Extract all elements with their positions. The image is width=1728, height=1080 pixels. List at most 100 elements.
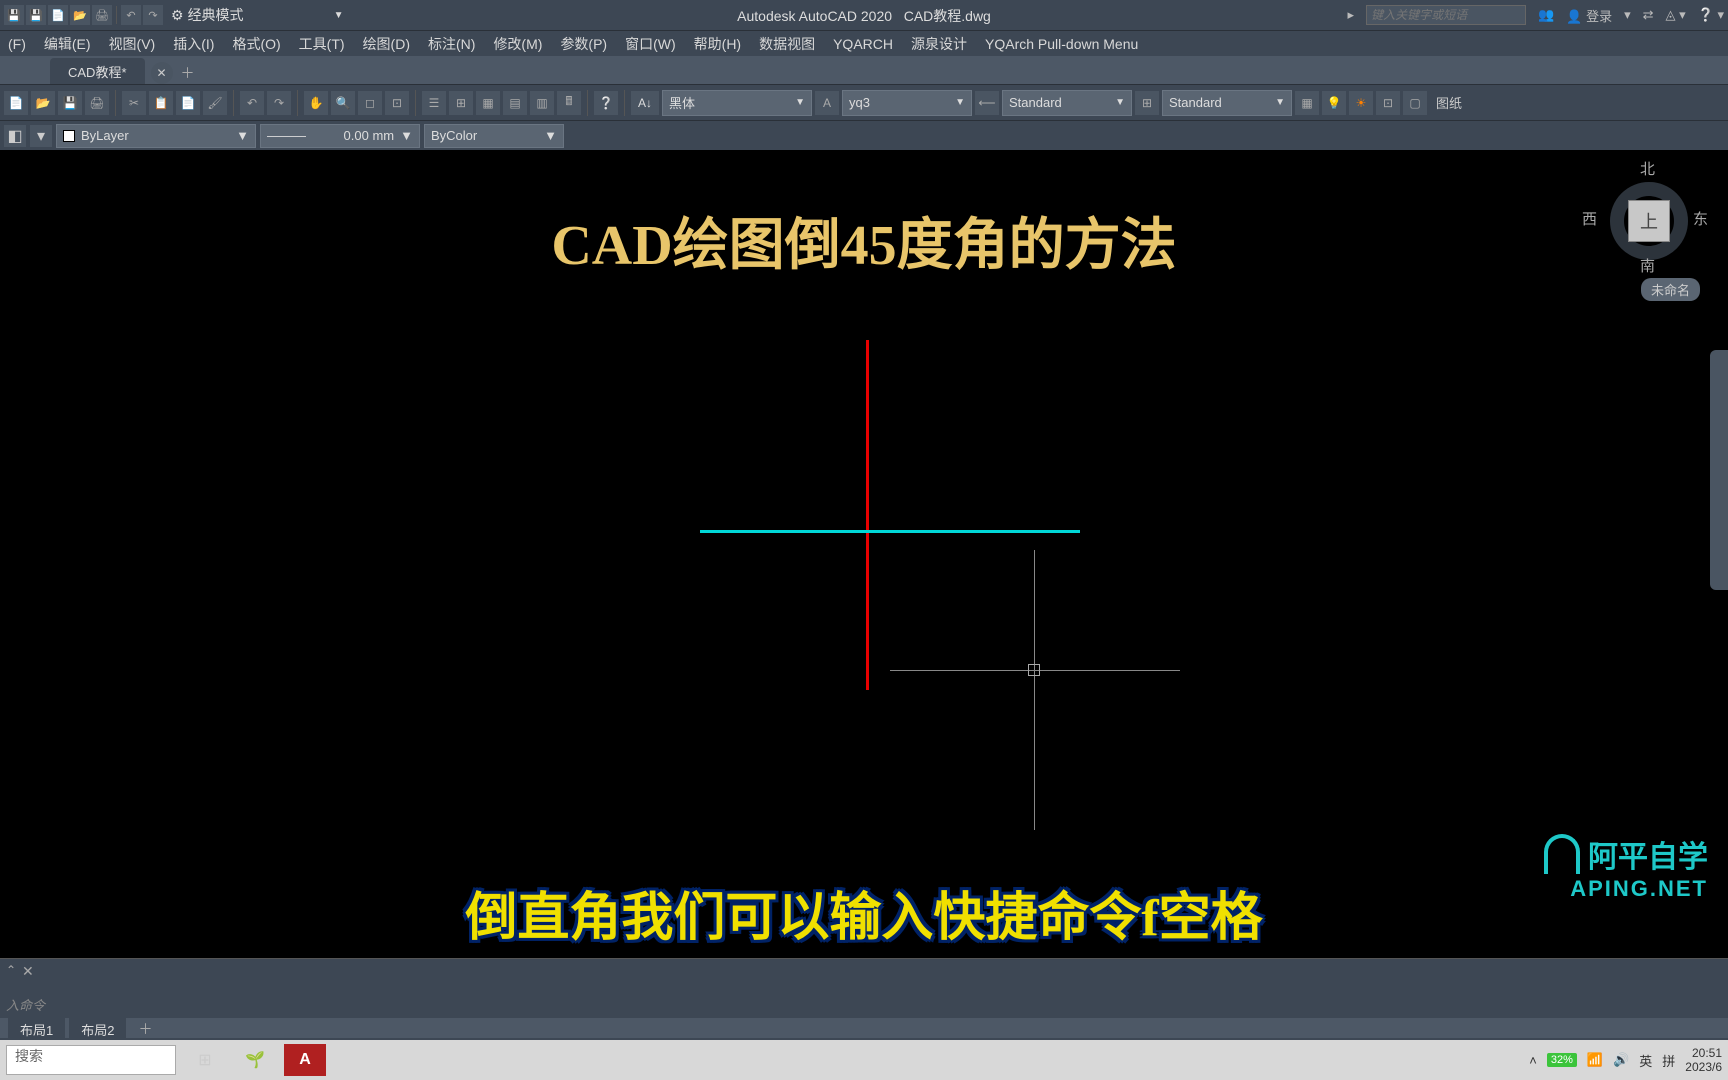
save-doc-icon[interactable]: 💾 — [58, 91, 82, 115]
print-icon[interactable]: 🖨 — [85, 91, 109, 115]
wifi-icon[interactable]: 📶 — [1587, 1052, 1603, 1068]
separator — [233, 90, 234, 116]
sheet-icon[interactable]: ▤ — [503, 91, 527, 115]
drawing-canvas[interactable]: CAD绘图倒45度角的方法 上 北 南 东 西 未命名 阿平自学 APING.N… — [0, 150, 1728, 990]
menu-yuanquan[interactable]: 源泉设计 — [911, 34, 967, 54]
ime-lang[interactable]: 英 — [1639, 1051, 1652, 1070]
toolpalette-icon[interactable]: ▦ — [476, 91, 500, 115]
menu-help[interactable]: 帮助(H) — [694, 34, 741, 54]
taskview-icon[interactable]: ⊞ — [184, 1044, 226, 1076]
menu-file[interactable]: (F) — [8, 36, 26, 52]
network-icon[interactable]: 👥 — [1538, 7, 1554, 23]
autocad-taskbar-icon[interactable]: A — [284, 1044, 326, 1076]
vertical-line — [866, 340, 869, 690]
undo-icon[interactable]: ↶ — [121, 5, 141, 25]
battery-indicator[interactable]: 32% — [1547, 1053, 1577, 1067]
new-icon[interactable]: 📄 — [48, 5, 68, 25]
viewcube-top[interactable]: 上 — [1628, 200, 1670, 242]
text-style-icon[interactable]: A↓ — [631, 91, 659, 115]
plant-icon[interactable]: 🌱 — [234, 1044, 276, 1076]
menu-tools[interactable]: 工具(T) — [299, 34, 345, 54]
keyword-search[interactable] — [1366, 5, 1526, 25]
menu-insert[interactable]: 插入(I) — [173, 34, 214, 54]
zoom-extents-icon[interactable]: ⊡ — [385, 91, 409, 115]
dim-style-dropdown[interactable]: Standard▼ — [1002, 90, 1132, 116]
light-icon[interactable]: 💡 — [1322, 91, 1346, 115]
properties-icon[interactable]: ☰ — [422, 91, 446, 115]
menu-yqarch[interactable]: YQARCH — [833, 36, 893, 52]
drawing-title-text: CAD绘图倒45度角的方法 — [551, 200, 1176, 281]
help-icon[interactable]: ❔ ▾ — [1698, 7, 1724, 23]
misc1-icon[interactable]: ▦ — [1295, 91, 1319, 115]
cloud-icon[interactable]: ◬ ▾ — [1666, 7, 1686, 23]
command-line[interactable]: ⌃ ✕ 入命令 — [0, 958, 1728, 1018]
arrow-icon: ▸ — [1348, 7, 1355, 23]
chevron-up-icon[interactable]: ˄ — [1529, 1053, 1537, 1068]
menu-view[interactable]: 视图(V) — [109, 34, 156, 54]
layer-dropdown[interactable]: ByLayer▼ — [56, 124, 256, 148]
misc3-icon[interactable]: ▢ — [1403, 91, 1427, 115]
designcenter-icon[interactable]: ⊞ — [449, 91, 473, 115]
title-right: ▸ 👥 👤 登录 ▾ ⇄ ◬ ▾ ❔ ▾ — [1348, 5, 1724, 25]
exchange-icon[interactable]: ⇄ — [1643, 7, 1654, 23]
save-icon[interactable]: 💾 — [4, 5, 24, 25]
help2-icon[interactable]: ❔ — [594, 91, 618, 115]
zoom-icon[interactable]: 🔍 — [331, 91, 355, 115]
linetype-dropdown[interactable]: ByColor▼ — [424, 124, 564, 148]
menu-yqarch-pulldown[interactable]: YQArch Pull-down Menu — [985, 36, 1138, 52]
login-button[interactable]: 👤 登录 — [1566, 6, 1612, 25]
menu-parametric[interactable]: 参数(P) — [560, 34, 607, 54]
layer-props-icon[interactable]: ◧ — [4, 125, 26, 147]
view-name-badge[interactable]: 未命名 — [1641, 278, 1700, 301]
logo-icon — [1544, 834, 1580, 874]
lineweight-dropdown[interactable]: ———0.00 mm▼ — [260, 124, 420, 148]
menu-edit[interactable]: 编辑(E) — [44, 34, 91, 54]
paste-icon[interactable]: 📄 — [176, 91, 200, 115]
menu-format[interactable]: 格式(O) — [232, 34, 280, 54]
match-icon[interactable]: 🖌 — [203, 91, 227, 115]
dim-icon[interactable]: ⟵ — [975, 91, 999, 115]
menu-window[interactable]: 窗口(W) — [625, 34, 676, 54]
calc-icon[interactable]: 🖩 — [557, 91, 581, 115]
close-icon[interactable]: ✕ — [22, 963, 34, 980]
layer-filter-icon[interactable]: ▾ — [30, 125, 52, 147]
open-doc-icon[interactable]: 📂 — [31, 91, 55, 115]
workspace-label: 经典模式 — [188, 5, 244, 25]
text-style-dropdown[interactable]: yq3▼ — [842, 90, 972, 116]
menu-draw[interactable]: 绘图(D) — [363, 34, 410, 54]
markup-icon[interactable]: ▥ — [530, 91, 554, 115]
viewcube[interactable]: 上 北 南 东 西 — [1590, 162, 1700, 272]
plot-icon[interactable]: 🖨 — [92, 5, 112, 25]
workspace-switcher[interactable]: ⚙ 经典模式 ▼ — [171, 5, 343, 25]
close-tab-icon[interactable]: ✕ — [151, 62, 173, 84]
font-dropdown[interactable]: 黑体▼ — [662, 90, 812, 116]
open-icon[interactable]: 📂 — [70, 5, 90, 25]
menu-dataview[interactable]: 数据视图 — [759, 34, 815, 54]
new-doc-icon[interactable]: 📄 — [4, 91, 28, 115]
volume-icon[interactable]: 🔊 — [1613, 1052, 1629, 1068]
sun-icon[interactable]: ☀ — [1349, 91, 1373, 115]
clock[interactable]: 20:51 2023/6 — [1685, 1046, 1722, 1075]
windows-search[interactable]: 搜索 — [6, 1045, 176, 1075]
redo-icon[interactable]: ↷ — [143, 5, 163, 25]
table-icon[interactable]: ⊞ — [1135, 91, 1159, 115]
saveas-icon[interactable]: 💾 — [26, 5, 46, 25]
menu-modify[interactable]: 修改(M) — [493, 34, 542, 54]
redo2-icon[interactable]: ↷ — [267, 91, 291, 115]
document-tab[interactable]: CAD教程* — [50, 58, 145, 84]
misc2-icon[interactable]: ⊡ — [1376, 91, 1400, 115]
pan-icon[interactable]: ✋ — [304, 91, 328, 115]
cut-icon[interactable]: ✂ — [122, 91, 146, 115]
add-layout-icon[interactable]: ＋ — [134, 1018, 156, 1040]
ime-mode[interactable]: 拼 — [1662, 1051, 1675, 1070]
navigation-bar[interactable] — [1710, 350, 1728, 590]
menu-dimension[interactable]: 标注(N) — [428, 34, 475, 54]
table-style-dropdown[interactable]: Standard▼ — [1162, 90, 1292, 116]
chevron-icon[interactable]: ⌃ — [6, 963, 16, 977]
zoom-window-icon[interactable]: ◻ — [358, 91, 382, 115]
add-tab-icon[interactable]: ＋ — [177, 62, 199, 84]
dropdown-icon[interactable]: ▾ — [1624, 7, 1631, 23]
text-icon[interactable]: A — [815, 91, 839, 115]
copy-icon[interactable]: 📋 — [149, 91, 173, 115]
undo2-icon[interactable]: ↶ — [240, 91, 264, 115]
